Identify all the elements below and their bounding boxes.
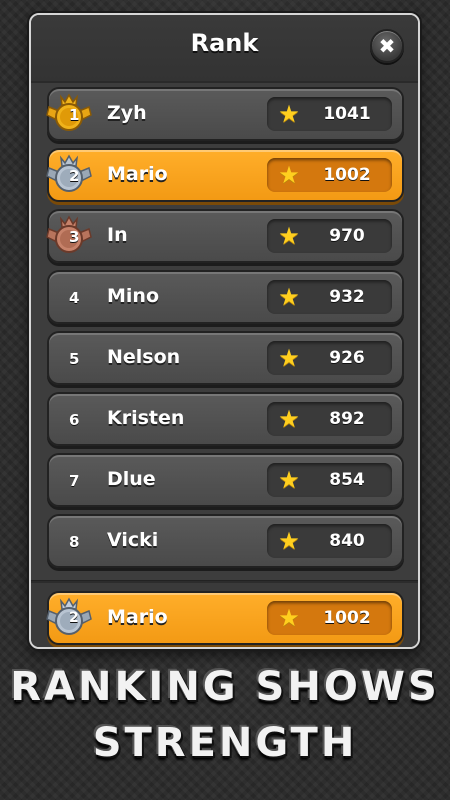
star-icon: ★	[278, 344, 300, 372]
panel-title: Rank	[190, 29, 259, 57]
star-icon: ★	[278, 222, 300, 250]
player-name: Vicki	[107, 529, 159, 551]
player-score: 892	[329, 409, 365, 429]
star-icon: ★	[278, 466, 300, 494]
my-score-box: ★ 1002	[267, 601, 392, 635]
score-box: ★ 840	[267, 524, 392, 558]
my-name: Mario	[107, 606, 168, 628]
rank-row[interactable]: 2 Mario ★ 1002	[46, 148, 404, 202]
player-name: Mino	[107, 285, 159, 307]
rank-row[interactable]: 3 In ★ 970	[46, 209, 404, 263]
player-score: 932	[329, 287, 365, 307]
player-score: 970	[329, 226, 365, 246]
rank-number: 7	[69, 472, 80, 490]
rank-row[interactable]: 7 Dlue ★ 854	[47, 453, 404, 507]
star-icon: ★	[278, 161, 300, 189]
star-icon: ★	[278, 527, 300, 555]
score-box: ★ 932	[267, 280, 392, 314]
star-icon: ★	[278, 604, 300, 632]
score-box: ★ 970	[267, 219, 392, 253]
rank-row[interactable]: 8 Vicki ★ 840	[47, 514, 404, 568]
star-icon: ★	[278, 405, 300, 433]
rank-row[interactable]: 1 Zyh ★ 1041	[46, 87, 404, 141]
player-score: 840	[329, 531, 365, 551]
score-box: ★ 854	[267, 463, 392, 497]
player-name: Zyh	[107, 102, 147, 124]
medal-rank-number: 1	[69, 106, 80, 124]
player-score: 1041	[323, 104, 371, 124]
rank-number: 8	[69, 533, 80, 551]
medal-rank-number: 2	[69, 167, 80, 185]
my-score: 1002	[323, 608, 371, 628]
player-score: 1002	[323, 165, 371, 185]
close-button[interactable]: ✖	[370, 29, 404, 63]
player-name: Dlue	[107, 468, 156, 490]
star-icon: ★	[278, 100, 300, 128]
my-rank-footer: 2 Mario ★ 1002	[31, 583, 418, 647]
score-box: ★ 926	[267, 341, 392, 375]
slogan-line-1: RANKING SHOWS	[10, 664, 440, 710]
panel-header: Rank ✖	[31, 15, 418, 83]
close-icon: ✖	[378, 34, 396, 58]
rank-row[interactable]: 4 Mino ★ 932	[47, 270, 404, 324]
slogan-line-2: STRENGTH	[92, 720, 358, 766]
player-name: Mario	[107, 163, 168, 185]
my-rank-row[interactable]: 2 Mario ★ 1002	[46, 591, 404, 645]
player-name: Nelson	[107, 346, 181, 368]
score-box: ★ 892	[267, 402, 392, 436]
medal-rank-number: 2	[69, 610, 79, 626]
player-name: Kristen	[107, 407, 185, 429]
score-box: ★ 1041	[267, 97, 392, 131]
rank-panel: Rank ✖ 1 Zyh ★ 1041 2 Mario ★ 1002 3 In ★ 970 4 Mino ★…	[29, 13, 420, 649]
rank-row[interactable]: 6 Kristen ★ 892	[47, 392, 404, 446]
rank-number: 4	[69, 289, 80, 307]
rank-number: 6	[69, 411, 80, 429]
rank-row[interactable]: 5 Nelson ★ 926	[47, 331, 404, 385]
score-box: ★ 1002	[267, 158, 392, 192]
rank-number: 5	[69, 350, 80, 368]
player-name: In	[107, 224, 128, 246]
star-icon: ★	[278, 283, 300, 311]
player-score: 926	[329, 348, 365, 368]
player-score: 854	[329, 470, 365, 490]
medal-rank-number: 3	[69, 228, 80, 246]
